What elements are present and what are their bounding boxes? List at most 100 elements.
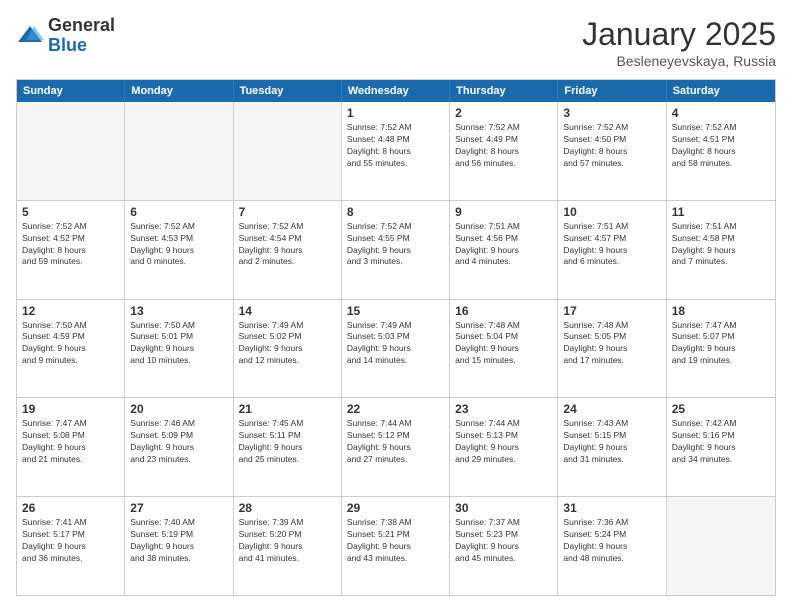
day-info: Sunrise: 7:52 AM Sunset: 4:55 PM Dayligh… <box>347 221 444 269</box>
day-info: Sunrise: 7:52 AM Sunset: 4:48 PM Dayligh… <box>347 122 444 170</box>
day-info: Sunrise: 7:49 AM Sunset: 5:03 PM Dayligh… <box>347 320 444 368</box>
weekday-header-saturday: Saturday <box>667 80 775 102</box>
day-number: 19 <box>22 402 119 416</box>
day-info: Sunrise: 7:51 AM Sunset: 4:57 PM Dayligh… <box>563 221 660 269</box>
day-info: Sunrise: 7:52 AM Sunset: 4:53 PM Dayligh… <box>130 221 227 269</box>
day-info: Sunrise: 7:46 AM Sunset: 5:09 PM Dayligh… <box>130 418 227 466</box>
day-info: Sunrise: 7:40 AM Sunset: 5:19 PM Dayligh… <box>130 517 227 565</box>
calendar-cell: 22 Sunrise: 7:44 AM Sunset: 5:12 PM Dayli… <box>342 398 450 496</box>
calendar: SundayMondayTuesdayWednesdayThursdayFrid… <box>16 79 776 596</box>
calendar-cell: 18Sunrise: 7:47 AM Sunset: 5:07 PM Dayli… <box>667 300 775 398</box>
calendar-cell: 13Sunrise: 7:50 AM Sunset: 5:01 PM Dayli… <box>125 300 233 398</box>
calendar-header: SundayMondayTuesdayWednesdayThursdayFrid… <box>17 80 775 102</box>
day-number: 23 <box>455 402 552 416</box>
weekday-header-wednesday: Wednesday <box>342 80 450 102</box>
day-info: Sunrise: 7:42 AM Sunset: 5:16 PM Dayligh… <box>672 418 770 466</box>
calendar-cell: 5Sunrise: 7:52 AM Sunset: 4:52 PM Daylig… <box>17 201 125 299</box>
calendar-cell: 10 Sunrise: 7:51 AM Sunset: 4:57 PM Dayli… <box>558 201 666 299</box>
calendar-cell: 31 Sunrise: 7:36 AM Sunset: 5:24 PM Dayli… <box>558 497 666 595</box>
calendar-row-2: 12Sunrise: 7:50 AM Sunset: 4:59 PM Dayli… <box>17 300 775 399</box>
month-title: January 2025 <box>582 16 776 53</box>
day-info: Sunrise: 7:48 AM Sunset: 5:04 PM Dayligh… <box>455 320 552 368</box>
day-info: Sunrise: 7:44 AM Sunset: 5:13 PM Dayligh… <box>455 418 552 466</box>
day-number: 27 <box>130 501 227 515</box>
calendar-cell: 29 Sunrise: 7:38 AM Sunset: 5:21 PM Dayli… <box>342 497 450 595</box>
day-info: Sunrise: 7:52 AM Sunset: 4:50 PM Dayligh… <box>563 122 660 170</box>
calendar-cell <box>234 102 342 200</box>
day-number: 25 <box>672 402 770 416</box>
header: General Blue January 2025 Besleneyevskay… <box>16 16 776 69</box>
calendar-cell: 30 Sunrise: 7:37 AM Sunset: 5:23 PM Dayli… <box>450 497 558 595</box>
day-number: 6 <box>130 205 227 219</box>
title-block: January 2025 Besleneyevskaya, Russia <box>582 16 776 69</box>
day-number: 8 <box>347 205 444 219</box>
day-info: Sunrise: 7:36 AM Sunset: 5:24 PM Dayligh… <box>563 517 660 565</box>
day-number: 17 <box>563 304 660 318</box>
day-info: Sunrise: 7:44 AM Sunset: 5:12 PM Dayligh… <box>347 418 444 466</box>
day-info: Sunrise: 7:43 AM Sunset: 5:15 PM Dayligh… <box>563 418 660 466</box>
calendar-cell: 15 Sunrise: 7:49 AM Sunset: 5:03 PM Dayli… <box>342 300 450 398</box>
day-info: Sunrise: 7:51 AM Sunset: 4:58 PM Dayligh… <box>672 221 770 269</box>
day-info: Sunrise: 7:52 AM Sunset: 4:49 PM Dayligh… <box>455 122 552 170</box>
logo-general-text: General <box>48 16 115 36</box>
day-info: Sunrise: 7:51 AM Sunset: 4:56 PM Dayligh… <box>455 221 552 269</box>
calendar-cell: 7Sunrise: 7:52 AM Sunset: 4:54 PM Daylig… <box>234 201 342 299</box>
day-info: Sunrise: 7:49 AM Sunset: 5:02 PM Dayligh… <box>239 320 336 368</box>
day-number: 10 <box>563 205 660 219</box>
day-number: 21 <box>239 402 336 416</box>
calendar-cell: 27 Sunrise: 7:40 AM Sunset: 5:19 PM Dayli… <box>125 497 233 595</box>
day-number: 9 <box>455 205 552 219</box>
day-info: Sunrise: 7:41 AM Sunset: 5:17 PM Dayligh… <box>22 517 119 565</box>
calendar-cell: 9 Sunrise: 7:51 AM Sunset: 4:56 PM Daylig… <box>450 201 558 299</box>
calendar-cell: 6 Sunrise: 7:52 AM Sunset: 4:53 PM Daylig… <box>125 201 233 299</box>
day-info: Sunrise: 7:47 AM Sunset: 5:07 PM Dayligh… <box>672 320 770 368</box>
logo-icon <box>16 22 44 50</box>
day-number: 7 <box>239 205 336 219</box>
calendar-row-4: 26 Sunrise: 7:41 AM Sunset: 5:17 PM Dayli… <box>17 497 775 595</box>
calendar-cell: 17Sunrise: 7:48 AM Sunset: 5:05 PM Dayli… <box>558 300 666 398</box>
calendar-cell <box>17 102 125 200</box>
weekday-header-sunday: Sunday <box>17 80 125 102</box>
day-number: 4 <box>672 106 770 120</box>
calendar-cell <box>125 102 233 200</box>
day-number: 1 <box>347 106 444 120</box>
day-info: Sunrise: 7:37 AM Sunset: 5:23 PM Dayligh… <box>455 517 552 565</box>
calendar-cell: 11Sunrise: 7:51 AM Sunset: 4:58 PM Dayli… <box>667 201 775 299</box>
day-number: 24 <box>563 402 660 416</box>
day-number: 29 <box>347 501 444 515</box>
weekday-header-monday: Monday <box>125 80 233 102</box>
day-number: 16 <box>455 304 552 318</box>
weekday-header-friday: Friday <box>558 80 666 102</box>
day-number: 13 <box>130 304 227 318</box>
calendar-cell: 20 Sunrise: 7:46 AM Sunset: 5:09 PM Dayli… <box>125 398 233 496</box>
calendar-cell: 23 Sunrise: 7:44 AM Sunset: 5:13 PM Dayli… <box>450 398 558 496</box>
day-number: 14 <box>239 304 336 318</box>
weekday-header-tuesday: Tuesday <box>234 80 342 102</box>
calendar-cell: 21Sunrise: 7:45 AM Sunset: 5:11 PM Dayli… <box>234 398 342 496</box>
calendar-cell: 28Sunrise: 7:39 AM Sunset: 5:20 PM Dayli… <box>234 497 342 595</box>
weekday-header-thursday: Thursday <box>450 80 558 102</box>
day-number: 15 <box>347 304 444 318</box>
day-number: 3 <box>563 106 660 120</box>
day-number: 26 <box>22 501 119 515</box>
calendar-cell: 19Sunrise: 7:47 AM Sunset: 5:08 PM Dayli… <box>17 398 125 496</box>
calendar-cell: 2Sunrise: 7:52 AM Sunset: 4:49 PM Daylig… <box>450 102 558 200</box>
day-number: 31 <box>563 501 660 515</box>
calendar-cell: 4 Sunrise: 7:52 AM Sunset: 4:51 PM Daylig… <box>667 102 775 200</box>
calendar-cell: 24 Sunrise: 7:43 AM Sunset: 5:15 PM Dayli… <box>558 398 666 496</box>
calendar-cell: 8 Sunrise: 7:52 AM Sunset: 4:55 PM Daylig… <box>342 201 450 299</box>
calendar-row-1: 5Sunrise: 7:52 AM Sunset: 4:52 PM Daylig… <box>17 201 775 300</box>
calendar-cell: 16 Sunrise: 7:48 AM Sunset: 5:04 PM Dayli… <box>450 300 558 398</box>
calendar-row-0: 1 Sunrise: 7:52 AM Sunset: 4:48 PM Daylig… <box>17 102 775 201</box>
day-info: Sunrise: 7:38 AM Sunset: 5:21 PM Dayligh… <box>347 517 444 565</box>
day-number: 12 <box>22 304 119 318</box>
calendar-cell: 26 Sunrise: 7:41 AM Sunset: 5:17 PM Dayli… <box>17 497 125 595</box>
day-info: Sunrise: 7:52 AM Sunset: 4:51 PM Dayligh… <box>672 122 770 170</box>
calendar-cell: 25 Sunrise: 7:42 AM Sunset: 5:16 PM Dayli… <box>667 398 775 496</box>
calendar-cell: 14 Sunrise: 7:49 AM Sunset: 5:02 PM Dayli… <box>234 300 342 398</box>
calendar-cell <box>667 497 775 595</box>
day-number: 30 <box>455 501 552 515</box>
logo-text: General Blue <box>48 16 115 56</box>
day-number: 20 <box>130 402 227 416</box>
day-number: 22 <box>347 402 444 416</box>
